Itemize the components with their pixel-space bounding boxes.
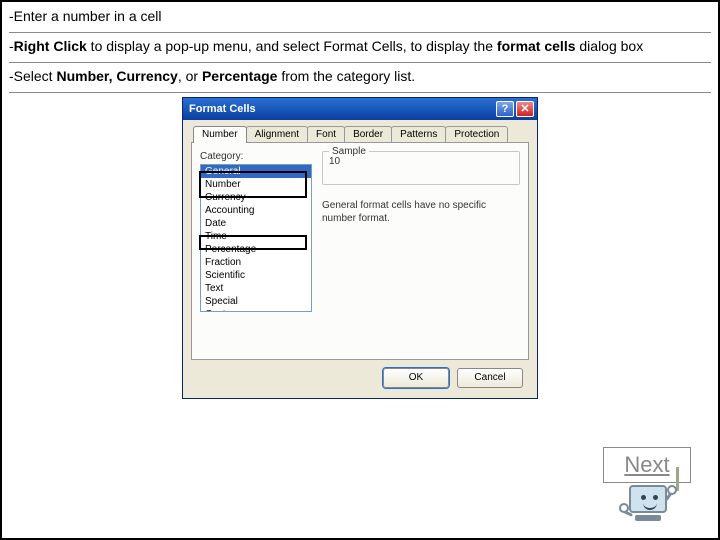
instructions-block: -Enter a number in a cell -Right Click t…: [1, 1, 719, 93]
tab-patterns[interactable]: Patterns: [391, 126, 446, 143]
text: from the category list.: [277, 68, 415, 84]
category-item-special[interactable]: Special: [201, 295, 311, 308]
category-item-date[interactable]: Date: [201, 217, 311, 230]
text-bold: Number, Currency: [56, 68, 177, 84]
text: , or: [178, 68, 202, 84]
dialog-tabstrip: Number Alignment Font Border Patterns Pr…: [193, 126, 529, 143]
category-item-scientific[interactable]: Scientific: [201, 269, 311, 282]
text-bold: Right Click: [14, 38, 87, 54]
close-icon: ✕: [520, 102, 529, 115]
category-item-currency[interactable]: Currency: [201, 191, 311, 204]
text: to display a pop-up menu, and select For…: [87, 38, 497, 54]
category-item-accounting[interactable]: Accounting: [201, 204, 311, 217]
sample-label: Sample: [329, 146, 369, 157]
text: dialog box: [576, 38, 644, 54]
format-cells-dialog: Format Cells ? ✕ Number Alignment Font B…: [182, 97, 538, 399]
tab-border[interactable]: Border: [344, 126, 392, 143]
cancel-button[interactable]: Cancel: [457, 368, 523, 388]
category-label: Category:: [200, 151, 312, 162]
category-listbox[interactable]: General Number Currency Accounting Date …: [200, 164, 312, 312]
tab-alignment[interactable]: Alignment: [246, 126, 308, 143]
instruction-line-3: -Select Number, Currency, or Percentage …: [9, 67, 711, 93]
dialog-title: Format Cells: [189, 103, 256, 115]
category-item-number[interactable]: Number: [201, 178, 311, 191]
category-item-custom[interactable]: Custom: [201, 308, 311, 312]
instruction-line-2: -Right Click to display a pop-up menu, a…: [9, 37, 711, 63]
ok-button[interactable]: OK: [383, 368, 449, 388]
category-description: General format cells have no specific nu…: [322, 199, 502, 225]
help-button[interactable]: ?: [496, 101, 514, 117]
close-button[interactable]: ✕: [516, 101, 534, 117]
text: -Select: [9, 68, 56, 84]
category-item-fraction[interactable]: Fraction: [201, 256, 311, 269]
sample-box: Sample 10: [322, 151, 520, 185]
help-icon: ?: [502, 103, 509, 115]
category-item-text[interactable]: Text: [201, 282, 311, 295]
text-bold: Percentage: [202, 68, 277, 84]
text: -Enter a number in a cell: [9, 8, 162, 24]
sample-value: 10: [329, 156, 340, 167]
instruction-line-1: -Enter a number in a cell: [9, 7, 711, 33]
category-item-time[interactable]: Time: [201, 230, 311, 243]
tab-number[interactable]: Number: [193, 126, 247, 143]
text-bold: format cells: [497, 38, 576, 54]
tab-panel-number: Category: General Number Currency Accoun…: [191, 142, 529, 360]
tab-font[interactable]: Font: [307, 126, 345, 143]
dialog-titlebar[interactable]: Format Cells ? ✕: [183, 98, 537, 120]
tab-protection[interactable]: Protection: [445, 126, 508, 143]
category-item-general[interactable]: General: [201, 165, 311, 178]
next-card: Next: [603, 447, 691, 525]
category-item-percentage[interactable]: Percentage: [201, 243, 311, 256]
mascot-icon: [621, 485, 683, 527]
